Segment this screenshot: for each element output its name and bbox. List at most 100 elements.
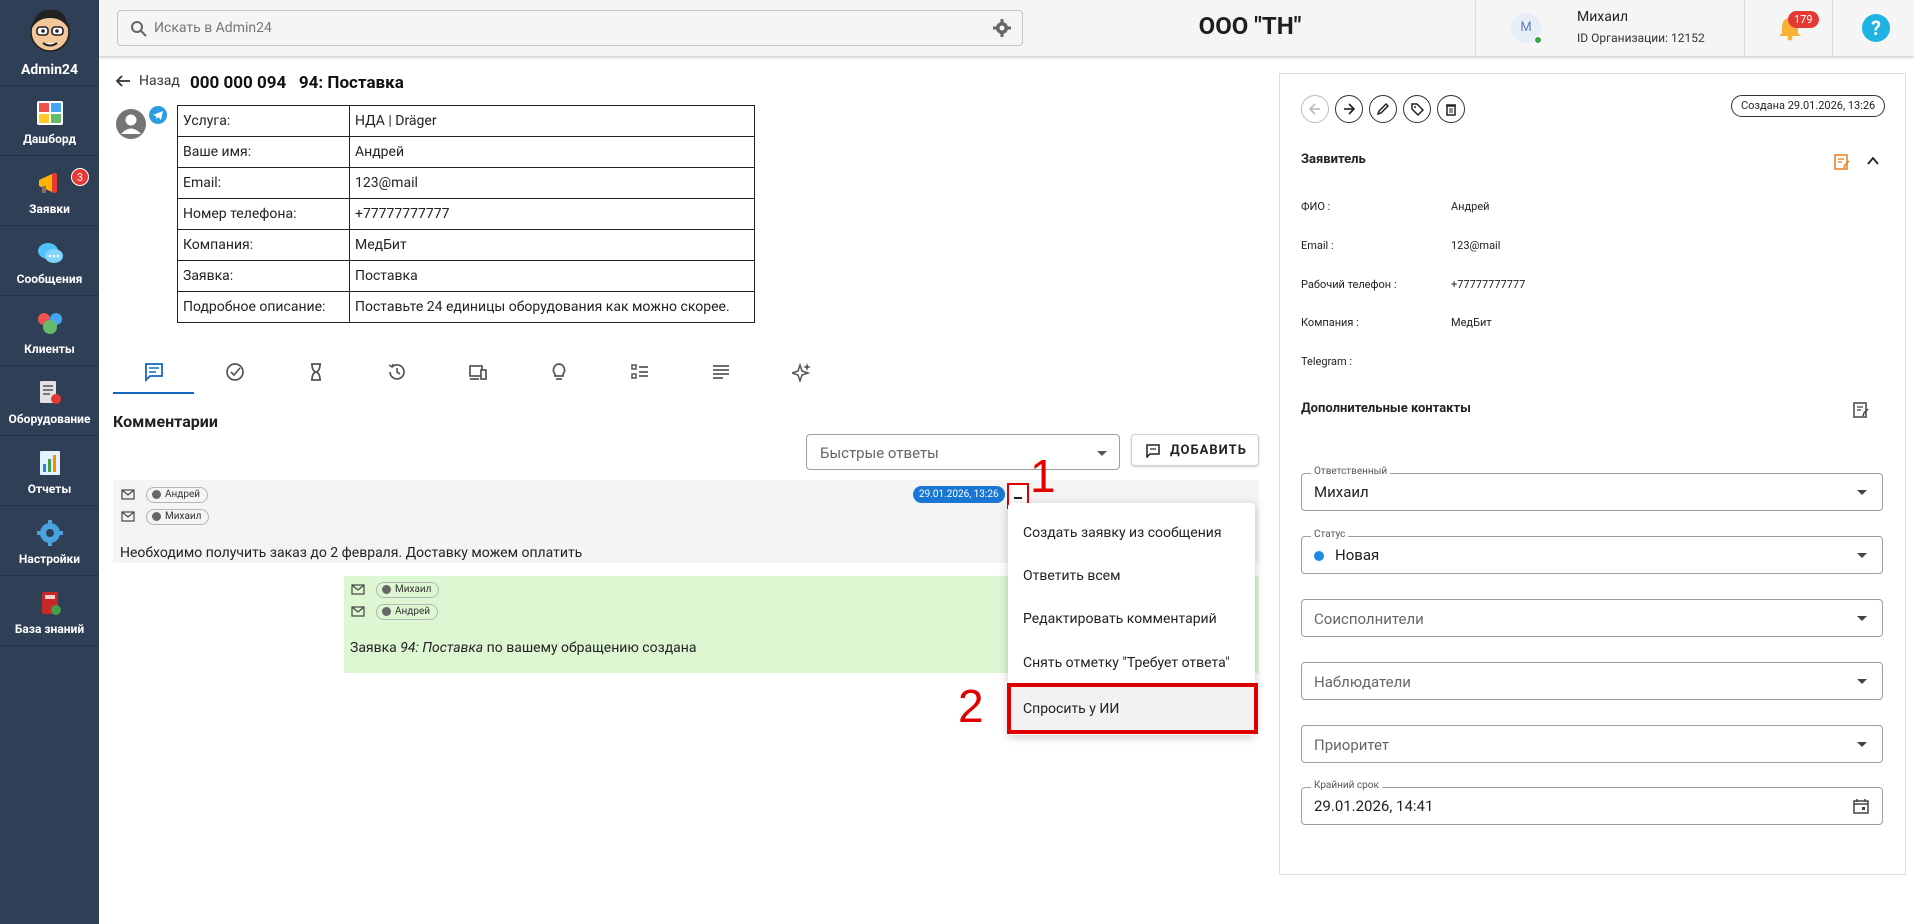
tab-comments[interactable]	[113, 354, 194, 394]
info-value: Андрей	[349, 136, 755, 168]
add-comment-button[interactable]: ДОБАВИТЬ	[1131, 434, 1259, 466]
menu-toggle-icon	[1014, 497, 1022, 499]
info-value: +77777777777	[349, 198, 755, 230]
message-date-badge: 29.01.2026, 13:26	[913, 486, 1005, 503]
menu-item-ask-ai[interactable]: Спросить у ИИ	[1007, 683, 1258, 734]
status-select[interactable]: Статус Новая	[1301, 529, 1883, 574]
edit-contact-icon[interactable]	[1834, 154, 1850, 170]
message-text-suffix: по вашему обращению создана	[483, 640, 697, 656]
tab-time[interactable]	[275, 354, 356, 394]
recipient-name: Михаил	[165, 511, 202, 522]
notifications-count-badge: 179	[1788, 11, 1819, 28]
sidebar-item-dashboard[interactable]: Дашборд	[0, 86, 99, 156]
sender-name: Андрей	[165, 489, 201, 500]
tab-tasks[interactable]	[194, 354, 275, 394]
sidebar-item-label: Оборудование	[8, 412, 91, 426]
person-icon	[152, 490, 161, 499]
delete-button[interactable]	[1437, 95, 1465, 123]
chevron-down-icon	[1857, 679, 1867, 684]
field-placeholder: Приоритет	[1314, 736, 1390, 754]
responsible-select[interactable]: Ответственный Михаил	[1301, 466, 1883, 511]
annotation-step-1: 1	[1030, 450, 1056, 502]
requests-count-badge: 3	[71, 168, 89, 186]
sender-chip[interactable]: Михаил	[376, 582, 440, 598]
info-key: Подробное описание:	[177, 291, 350, 323]
status-dot-icon	[1314, 551, 1324, 561]
lightbulb-icon	[552, 363, 566, 380]
sidebar-item-settings[interactable]: Настройки	[0, 506, 99, 576]
applicant-field-label: ФИО :	[1301, 200, 1331, 213]
search-settings-icon[interactable]	[992, 18, 1012, 38]
message-context-menu: Создать заявку из сообщения Ответить все…	[1007, 503, 1258, 735]
tab-ai[interactable]	[761, 354, 842, 394]
devices-icon	[469, 365, 487, 380]
chat-bubbles-icon	[38, 243, 63, 263]
back-arrow-icon[interactable]	[115, 73, 131, 89]
sidebar: Admin24 Дашборд Заявки 3 Сообщения Клиен…	[0, 0, 99, 924]
help-button[interactable]: ?	[1862, 14, 1890, 42]
back-link[interactable]: Назад	[139, 73, 180, 89]
message-text-prefix: Заявка	[350, 640, 401, 656]
sidebar-item-messages[interactable]: Сообщения	[0, 226, 99, 296]
add-contact-icon[interactable]	[1853, 402, 1869, 418]
table-row: Email: 123@mail	[177, 167, 755, 199]
quick-replies-select[interactable]: Быстрые ответы	[806, 434, 1120, 470]
arrow-left-icon	[1308, 103, 1320, 115]
equipment-icon	[40, 381, 61, 404]
sidebar-item-label: Дашборд	[22, 132, 77, 146]
chevron-down-icon	[1857, 616, 1867, 621]
clients-icon	[38, 313, 62, 334]
sidebar-item-requests[interactable]: Заявки	[0, 156, 99, 226]
search-input[interactable]	[154, 17, 954, 39]
recipient-chip[interactable]: Михаил	[146, 509, 210, 525]
forward-button[interactable]	[1335, 95, 1363, 123]
menu-item-edit-comment[interactable]: Редактировать комментарий	[1008, 598, 1255, 641]
sidebar-item-equipment[interactable]: Оборудование	[0, 366, 99, 436]
add-comment-label: ДОБАВИТЬ	[1170, 443, 1247, 458]
tab-devices[interactable]	[437, 354, 518, 394]
sidebar-item-label: База знаний	[14, 622, 85, 636]
sidebar-item-knowledge-base[interactable]: База знаний	[0, 576, 99, 646]
applicant-field-label: Telegram :	[1301, 355, 1353, 368]
deadline-field[interactable]: Крайний срок 29.01.2026, 14:41	[1301, 780, 1883, 825]
app-logo[interactable]: Admin24	[0, 0, 99, 86]
tag-button[interactable]	[1403, 95, 1431, 123]
table-row: Компания: МедБит	[177, 229, 755, 261]
recipient-chip[interactable]: Андрей	[376, 604, 439, 620]
message-text: Необходимо получить заказ до 2 февраля. …	[120, 545, 583, 561]
chevron-up-icon[interactable]	[1866, 154, 1880, 168]
organization-id: ID Организации: 12152	[1577, 31, 1705, 45]
user-name[interactable]: Михаил	[1577, 9, 1628, 25]
search-icon	[131, 21, 147, 37]
sidebar-item-label: Сообщения	[16, 272, 83, 286]
prev-button[interactable]	[1301, 95, 1329, 123]
observers-select[interactable]: Наблюдатели	[1301, 662, 1883, 700]
menu-item-unmark-needs-reply[interactable]: Снять отметку "Требует ответа"	[1008, 642, 1255, 685]
calendar-icon[interactable]	[1853, 798, 1869, 814]
table-row: Подробное описание: Поставьте 24 единицы …	[177, 291, 755, 323]
info-value: МедБит	[349, 229, 755, 261]
chevron-down-icon	[1857, 742, 1867, 747]
book-icon	[42, 592, 61, 615]
priority-select[interactable]: Приоритет	[1301, 725, 1883, 763]
sidebar-item-clients[interactable]: Клиенты	[0, 296, 99, 366]
tab-history[interactable]	[356, 354, 437, 394]
menu-item-create-request[interactable]: Создать заявку из сообщения	[1008, 512, 1255, 555]
sender-chip[interactable]: Андрей	[146, 487, 209, 503]
tab-description[interactable]	[680, 354, 761, 394]
dashboard-icon	[37, 101, 63, 125]
field-placeholder: Соисполнители	[1314, 610, 1424, 628]
menu-item-reply-all[interactable]: Ответить всем	[1008, 555, 1255, 598]
tab-checklist[interactable]	[599, 354, 680, 394]
info-value: НДА | Dräger	[349, 105, 755, 137]
header-divider	[1832, 0, 1833, 57]
coexecutors-select[interactable]: Соисполнители	[1301, 599, 1883, 637]
edit-button[interactable]	[1369, 95, 1397, 123]
global-search[interactable]	[117, 10, 1023, 46]
request-info-table: Услуга: НДА | Dräger Ваше имя: Андрей Emai…	[177, 105, 755, 323]
applicant-field-label: Рабочий телефон :	[1301, 278, 1397, 291]
sidebar-item-reports[interactable]: Отчеты	[0, 436, 99, 506]
applicant-field-label: Email :	[1301, 239, 1334, 252]
tab-ideas[interactable]	[518, 354, 599, 394]
envelope-out-icon	[121, 511, 135, 522]
